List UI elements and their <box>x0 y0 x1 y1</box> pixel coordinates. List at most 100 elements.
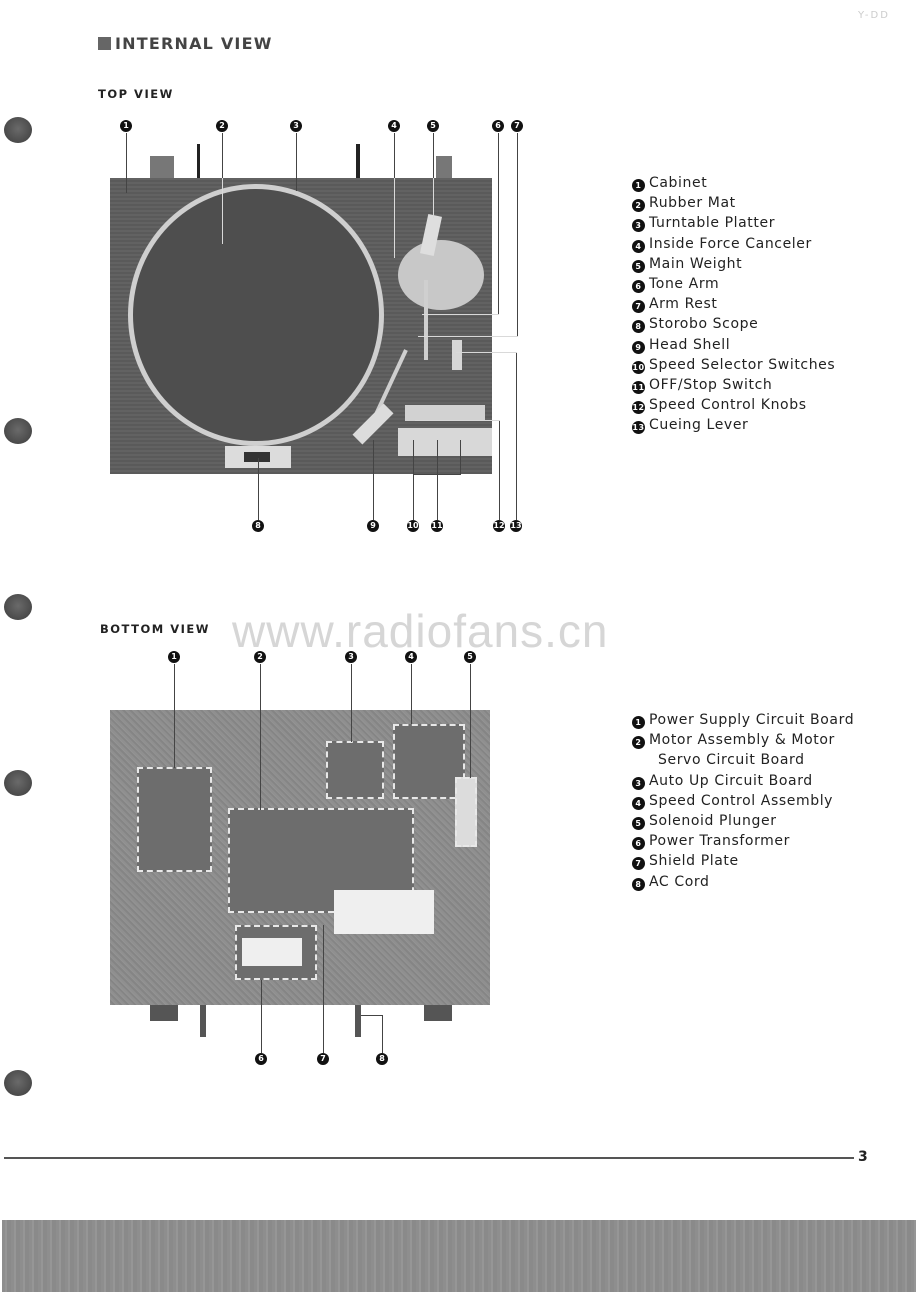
cord <box>200 1005 206 1037</box>
bottom-view-title: BOTTOM VIEW <box>100 622 210 636</box>
callout-badge: 6 <box>492 120 504 132</box>
leader-line <box>361 1015 383 1016</box>
legend-number-badge: 6 <box>632 837 645 851</box>
leader-line <box>222 178 223 244</box>
leader-line <box>382 1015 383 1053</box>
leader-line <box>260 664 261 810</box>
legend-number-badge: 12 <box>632 401 645 415</box>
legend-label: Speed Control Assembly <box>649 792 834 809</box>
legend-item: 7 Shield Plate <box>632 851 854 871</box>
page-title-text: INTERNAL VIEW <box>115 34 273 53</box>
callout-badge: 4 <box>405 651 417 663</box>
legend-item: 6 Tone Arm <box>632 274 835 294</box>
leader-line <box>517 133 518 337</box>
legend-label: Main Weight <box>649 255 743 272</box>
callout-badge: 5 <box>464 651 476 663</box>
legend-item: 3 Turntable Platter <box>632 213 835 233</box>
corner-reference: Y-DD <box>858 10 890 21</box>
legend-item: 13 Cueing Lever <box>632 415 835 435</box>
shield-plate <box>334 890 434 934</box>
legend-number-badge: 8 <box>632 877 645 891</box>
bottom-view-legend: 1 Power Supply Circuit Board 2 Motor Assem… <box>632 710 854 892</box>
auto-up-board <box>326 741 384 799</box>
legend-item: 8 AC Cord <box>632 872 854 892</box>
legend-label: Speed Selector Switches <box>649 356 836 373</box>
leader-line <box>422 314 499 315</box>
legend-number-badge: 5 <box>632 816 645 830</box>
legend-item-continuation: Servo Circuit Board <box>658 752 805 769</box>
leader-line <box>460 440 461 475</box>
legend-label: Shield Plate <box>649 853 739 870</box>
callout-badge: 5 <box>427 120 439 132</box>
power-supply-board <box>137 767 212 872</box>
top-view-title: TOP VIEW <box>98 87 174 101</box>
legend-label: Speed Control Knobs <box>649 397 807 414</box>
legend-number-badge: 7 <box>632 300 645 314</box>
legend-number-badge: 3 <box>632 219 645 233</box>
callout-badge: 13 <box>510 520 522 532</box>
leader-line <box>470 664 471 778</box>
legend-label: Auto Up Circuit Board <box>649 772 813 789</box>
legend-item: 5 Main Weight <box>632 254 835 274</box>
callout-badge: 1 <box>120 120 132 132</box>
legend-item: 9 Head Shell <box>632 335 835 355</box>
legend-number-badge: 5 <box>632 259 645 273</box>
leader-line <box>394 133 395 178</box>
footer-rule <box>4 1157 854 1159</box>
leader-line <box>258 458 259 520</box>
leader-line <box>413 440 414 520</box>
legend-number-badge: 2 <box>632 736 645 750</box>
scan-edge-band <box>2 1220 916 1292</box>
ac-cord <box>355 1005 361 1037</box>
callout-badge: 3 <box>345 651 357 663</box>
foot <box>150 1005 178 1021</box>
legend-number-badge: 6 <box>632 279 645 293</box>
leader-line <box>126 133 127 193</box>
turntable-platter <box>128 184 384 446</box>
legend-item: 4 Speed Control Assembly <box>632 791 854 811</box>
leader-line <box>516 352 517 520</box>
callout-badge: 6 <box>255 1053 267 1065</box>
leader-line <box>351 664 352 742</box>
callout-badge: 9 <box>367 520 379 532</box>
legend-number-badge: 1 <box>632 179 645 192</box>
legend-number-badge: 9 <box>632 340 645 354</box>
legend-item: 2 Motor Assembly & Motor <box>632 730 854 750</box>
punch-hole <box>4 594 32 620</box>
callout-badge: 2 <box>254 651 266 663</box>
power-transformer <box>242 938 302 966</box>
callout-badge: 10 <box>407 520 419 532</box>
legend-number-badge: 1 <box>632 716 645 729</box>
legend-label: Solenoid Plunger <box>649 812 777 829</box>
tone-arm-base <box>398 240 484 310</box>
legend-label: Power Supply Circuit Board <box>649 712 855 728</box>
legend-item: 6 Power Transformer <box>632 831 854 851</box>
punch-hole <box>4 418 32 444</box>
leader-line <box>498 133 499 315</box>
callout-badge: 12 <box>493 520 505 532</box>
leader-line <box>433 133 434 178</box>
page-number: 3 <box>858 1149 868 1165</box>
legend-label: Storobo Scope <box>649 316 759 333</box>
watermark: www.radiofans.cn <box>232 605 609 657</box>
leader-line <box>323 925 324 1053</box>
callout-badge: 8 <box>252 520 264 532</box>
legend-number-badge: 4 <box>632 239 645 253</box>
leader-line <box>373 440 374 520</box>
callout-badge: 1 <box>168 651 180 663</box>
callout-badge: 11 <box>431 520 443 532</box>
title-square-icon <box>98 37 111 50</box>
legend-number-badge: 11 <box>632 380 645 394</box>
tone-arm-upper <box>424 280 428 360</box>
leader-line <box>394 178 395 258</box>
legend-label: Arm Rest <box>649 296 718 313</box>
callout-badge: 7 <box>317 1053 329 1065</box>
cord-left <box>197 144 200 178</box>
leader-line <box>174 664 175 768</box>
legend-number-badge: 7 <box>632 857 645 871</box>
hinge-right <box>436 156 452 178</box>
legend-number-badge: 4 <box>632 796 645 810</box>
legend-number-badge: 2 <box>632 199 645 213</box>
leader-line <box>413 474 461 475</box>
callout-badge: 2 <box>216 120 228 132</box>
